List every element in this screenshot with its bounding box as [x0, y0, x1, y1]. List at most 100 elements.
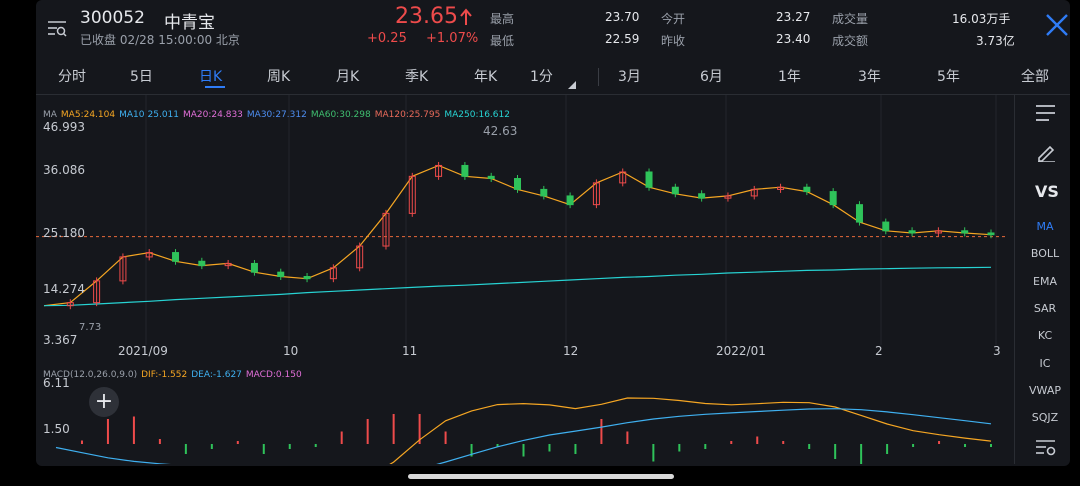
stat-value: 23.40: [776, 32, 811, 46]
macd-bar: [132, 416, 135, 444]
stat-label: 最高: [490, 12, 515, 26]
macd-bar: [366, 419, 369, 444]
indicator-sqjz[interactable]: SQJZ: [1016, 411, 1074, 424]
macd-bar: [548, 444, 551, 452]
candle: [566, 195, 574, 206]
stat-label: 最低: [490, 34, 515, 48]
candle: [303, 276, 311, 280]
macd-bar: [886, 444, 889, 454]
y-axis-label: 25.180: [43, 226, 85, 240]
list-icon[interactable]: [1035, 104, 1057, 126]
macd-bar: [444, 431, 447, 444]
macd-chart[interactable]: [36, 372, 1014, 464]
candle: [514, 178, 521, 190]
y-axis-label: 14.274: [43, 282, 85, 296]
high-annotation: 42.63: [483, 124, 518, 138]
stat-value: 23.70: [605, 10, 640, 24]
tab-10[interactable]: 1年: [778, 66, 801, 86]
low-annotation: 7.73: [79, 322, 102, 333]
candle: [671, 186, 679, 195]
indicator-ma[interactable]: MA: [1016, 220, 1074, 233]
candle: [645, 171, 653, 188]
tab-7[interactable]: 1分: [530, 66, 553, 86]
macd-bar: [210, 444, 213, 449]
indicator-boll[interactable]: BOLL: [1016, 247, 1074, 260]
tab-5[interactable]: 季K: [405, 66, 428, 86]
x-axis-label: 10: [283, 344, 299, 358]
tab-0[interactable]: 分时: [58, 66, 86, 86]
macd-bar: [392, 414, 395, 444]
tab-3[interactable]: 周K: [267, 66, 290, 86]
candle: [855, 204, 863, 223]
macd-bar: [574, 444, 577, 454]
indicator-ic[interactable]: IC: [1016, 357, 1074, 370]
ma250-line: [43, 266, 992, 307]
candle: [277, 271, 285, 278]
macd-bar: [106, 419, 109, 444]
candle: [540, 188, 548, 197]
candle: [172, 252, 180, 262]
macd-bar: [522, 444, 525, 457]
stat-value: 22.59: [605, 32, 640, 46]
indicator-sar[interactable]: SAR: [1016, 302, 1074, 315]
active-tab-indicator: [205, 86, 225, 88]
macd-bar: [782, 441, 785, 444]
tab-6[interactable]: 年K: [474, 66, 497, 86]
up-arrow-icon: [460, 8, 472, 30]
macd-bar: [80, 440, 83, 444]
tab-8[interactable]: 3月: [618, 66, 641, 86]
macd-bar: [314, 444, 317, 447]
tab-1[interactable]: 5日: [130, 66, 153, 86]
tab-4[interactable]: 月K: [336, 66, 359, 86]
stat-value: 16.03万手: [952, 12, 1011, 26]
macd-bar: [184, 444, 187, 454]
draw-pencil-icon[interactable]: [1036, 142, 1056, 166]
candle: [829, 191, 837, 206]
stat-label: 成交额: [832, 34, 869, 48]
macd-bar: [756, 436, 759, 444]
tab-11[interactable]: 3年: [858, 66, 881, 86]
stock-name: 中青宝: [164, 13, 215, 33]
current-price: 23.65: [395, 4, 458, 29]
tab-13[interactable]: 全部: [1021, 66, 1049, 86]
x-axis-label: 2022/01: [716, 344, 766, 358]
macd-bar: [938, 441, 941, 444]
price-change: +0.25: [367, 31, 407, 46]
macd-bar: [626, 431, 629, 444]
indicator-vwap[interactable]: VWAP: [1016, 384, 1074, 397]
candle: [961, 230, 969, 234]
macd-bar: [652, 444, 655, 462]
tab-2[interactable]: 日K: [199, 66, 222, 86]
indicator-settings-icon[interactable]: [1035, 438, 1057, 462]
tab-9[interactable]: 6月: [700, 66, 723, 86]
divider: [1014, 94, 1015, 464]
x-axis-label: 3: [993, 344, 1001, 358]
menu-search-icon[interactable]: [46, 18, 68, 38]
macd-bar: [704, 444, 707, 449]
home-indicator[interactable]: [408, 474, 674, 479]
macd-bar: [262, 444, 265, 454]
close-icon[interactable]: [1044, 12, 1070, 38]
macd-bar: [964, 444, 967, 447]
macd-bar: [236, 441, 239, 444]
y-axis-label: 3.367: [43, 333, 78, 347]
tab-12[interactable]: 5年: [937, 66, 960, 86]
candle: [198, 260, 206, 267]
candle: [487, 175, 495, 180]
market-status: 已收盘 02/28 15:00:00 北京: [80, 33, 240, 47]
stat-value: 23.27: [776, 10, 811, 24]
macd-bar: [834, 444, 837, 459]
macd-bar: [340, 431, 343, 444]
candlestick-chart[interactable]: [36, 95, 1014, 345]
macd-bar: [678, 444, 681, 452]
x-axis-label: 12: [563, 344, 579, 358]
y-axis-label: 36.086: [43, 163, 85, 177]
macd-bar: [730, 441, 733, 444]
caret-down-icon[interactable]: [568, 74, 576, 93]
macd-bar: [600, 419, 603, 444]
vs-compare-button[interactable]: VS: [1035, 182, 1059, 201]
indicator-kc[interactable]: KC: [1016, 329, 1074, 342]
macd-bar: [158, 439, 161, 444]
indicator-ema[interactable]: EMA: [1016, 275, 1074, 288]
candle: [882, 221, 890, 232]
